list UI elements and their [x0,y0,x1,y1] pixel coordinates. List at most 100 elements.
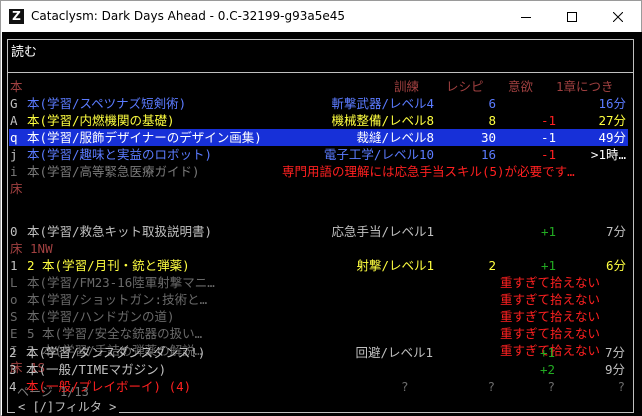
skill-level: 機械整備/レベル8 [331,113,434,128]
list-item[interactable]: S 本(学習/ハンドガンの道) 重すぎて拾えない [10,308,636,325]
too-heavy-notice: 重すぎて拾えない [500,326,601,341]
hotkey: S [10,309,18,324]
book-name: 本(学習/救急キット取扱説明書) [27,224,213,239]
minimize-button[interactable] [503,1,549,32]
header-recipes: レシピ [446,79,484,94]
list-item[interactable]: L 本(学習/FM23-16陸軍射撃マニ… 重すぎて拾えない [10,274,636,291]
skill-level: 斬撃武器/レベル4 [331,96,434,111]
book-name: 本(学習/FM23-16陸軍射撃マニ… [27,275,215,290]
book-name: 本(学習/服飾デザイナーのデザイン画集) [27,130,262,145]
section-header-floor-1nw: 床 1NW [10,240,636,257]
list-item-selected[interactable]: q 本(学習/服飾デザイナーのデザイン画集) 裁縫/レベル8 30 -1 49分 [9,129,628,146]
book-name: 本(学習/ハンドガンの道) [27,309,175,324]
hotkey: 2 [9,345,17,360]
recipe-count: 16 [480,147,496,162]
list-item[interactable]: G 本(学習/スペツナズ短剣術) 斬撃武器/レベル4 6 16分 [10,95,636,112]
header-per-chapter: 1章につき [556,79,614,94]
close-icon [613,11,623,22]
motivation-value: -1 [540,147,556,162]
hotkey: j [10,147,18,162]
hotkey: q [10,130,18,145]
hotkey: 4 [9,379,17,394]
list-item[interactable]: 0 本(学習/救急キット取扱説明書) 応急手当/レベル1 +1 7分 [10,223,636,240]
list-item[interactable]: A 本(学習/内燃機関の基礎) 機械整備/レベル8 8 -1 27分 [10,112,636,129]
maximize-icon [567,11,577,22]
close-button[interactable] [595,1,641,32]
skill-unknown: ? [401,379,409,394]
recipe-count: 8 [488,113,496,128]
menu-title: 読む [11,45,38,60]
list-item[interactable]: 4 本(一般/プレイボーイ) (4) ? ? ? ? [9,378,635,395]
recipe-count: 30 [480,130,496,145]
window-title: Cataclysm: Dark Days Ahead - 0.C-32199-g… [31,9,345,23]
book-name: 本(学習/ショットガン:技術と… [27,292,208,307]
skill-level: 応急手当/レベル1 [331,224,434,239]
motivation-value: -1 [540,130,556,145]
motivation-value: +1 [539,345,555,360]
skill-level: 回避/レベル1 [355,345,433,360]
section-label: 床 1NW [10,241,53,256]
book-name: 本(学習/スペツナズ短剣術) [27,96,187,111]
minimize-icon [521,16,531,18]
recipe-count: 6 [488,96,496,111]
section-header-floor: 床 [10,180,636,197]
too-heavy-notice: 重すぎて拾えない [500,275,601,290]
hotkey: 0 [10,224,18,239]
book-name: 本(学習/高等緊急医療ガイド) [27,164,200,179]
skill-level: 電子工学/レベル10 [323,147,434,162]
title-bar[interactable]: Z Cataclysm: Dark Days Ahead - 0.C-32199… [1,1,641,32]
chapter-time: 16分 [598,96,626,111]
hotkey: G [10,96,18,111]
maximize-button[interactable] [549,1,595,32]
book-name: 本(学習/ダンスダンスダンス!) [26,345,206,360]
too-heavy-notice: 重すぎて拾えない [500,292,601,307]
cataclysm-app-icon: Z [9,9,24,24]
skill-level: 射撃/レベル1 [356,258,434,273]
chapter-time: 27分 [598,113,626,128]
chapter-time: 9分 [604,362,625,377]
list-item[interactable]: o 本(学習/ショットガン:技術と… 重すぎて拾えない [10,291,636,308]
book-name: 5 本(学習/安全な銃器の扱い… [27,326,203,341]
book-name: 本(学習/内燃機関の基礎) [27,113,175,128]
recipe-count: 2 [488,258,496,273]
header-skill: 訓練 [394,79,420,94]
chapter-time: 7分 [605,224,626,239]
chapter-time: 49分 [598,130,626,145]
recipe-count: ? [487,379,495,394]
hotkey: 1 [10,258,18,273]
chapter-time: 6分 [605,258,626,273]
book-name: 本(一般/TIMEマガジン) [26,362,167,377]
book-name: 本(一般/プレイボーイ) (4) [26,379,192,394]
hotkey: o [10,292,18,307]
hotkey: i [10,164,18,179]
section-label-book: 本 [10,79,23,94]
list-item[interactable]: 3 本(一般/TIMEマガジン) +2 9分 [9,361,635,378]
section-label: 床 [10,181,23,196]
chapter-time: >1時… [590,147,626,162]
hotkey: L [10,275,18,290]
skill-level: 裁縫/レベル8 [356,130,434,145]
chapter-time: 7分 [604,345,625,360]
hotkey: E [10,326,18,341]
chapter-time: ? [617,379,625,394]
motivation-value: ? [547,379,555,394]
list-item[interactable]: E 5 本(学習/安全な銃器の扱い… 重すぎて拾えない [10,325,636,342]
requirement-warning: 専門用語の理解には応急手当スキル(5)が必要です… [282,164,575,179]
list-item[interactable]: i 本(学習/高等緊急医療ガイド) 専門用語の理解には応急手当スキル(5)が必要… [10,163,636,180]
list-item[interactable]: 1 2 本(学習/月刊・銃と弾薬) 射撃/レベル1 2 +1 6分 [10,257,636,274]
filter-button[interactable]: < [/]フィルタ > [15,399,120,415]
list-item[interactable]: 2 本(学習/ダンスダンスダンス!) 回避/レベル1 +1 7分 [9,344,635,361]
book-name: 2 本(学習/月刊・銃と弾薬) [27,258,190,273]
hotkey: A [10,113,18,128]
too-heavy-notice: 重すぎて拾えない [500,309,601,324]
column-header-row: 本 訓練 レシピ 意欲 1章につき [10,78,636,95]
motivation-value: +1 [540,224,556,239]
motivation-value: +1 [540,258,556,273]
motivation-value: -1 [540,113,556,128]
motivation-value: +2 [539,362,555,377]
header-motivation: 意欲 [508,79,534,94]
hotkey: 3 [9,362,17,377]
list-item[interactable]: j 本(学習/趣味と実益のロボット) 電子工学/レベル10 16 -1 >1時… [10,146,636,163]
book-name: 本(学習/趣味と実益のロボット) [27,147,213,162]
title-separator [7,72,634,73]
